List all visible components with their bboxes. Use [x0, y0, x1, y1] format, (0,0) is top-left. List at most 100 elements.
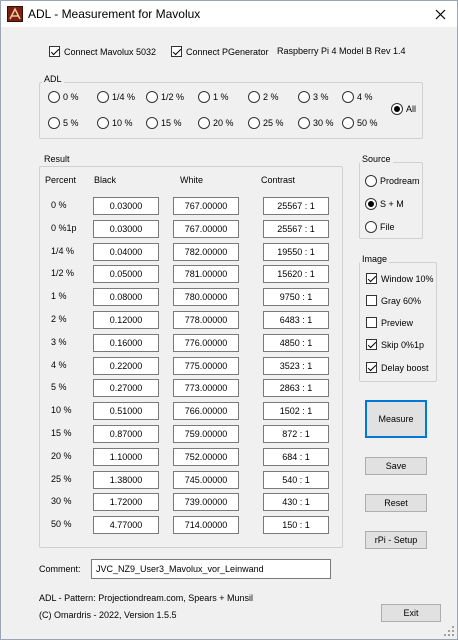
image-skip-checkbox[interactable]: Skip 0%1p — [366, 339, 424, 350]
row-contrast-field[interactable]: 150 : 1 — [263, 516, 329, 534]
row-percent: 3 % — [51, 337, 67, 347]
reset-button[interactable]: Reset — [365, 494, 427, 512]
row-contrast-field[interactable]: 25567 : 1 — [263, 197, 329, 215]
resize-grip-icon[interactable] — [443, 625, 455, 637]
image-window-checkbox[interactable]: Window 10% — [366, 273, 434, 284]
connect-pgenerator-checkbox[interactable]: Connect PGenerator — [171, 46, 269, 57]
image-group-title: Image — [360, 254, 390, 264]
row-contrast-field[interactable]: 3523 : 1 — [263, 357, 329, 375]
row-contrast-field[interactable]: 872 : 1 — [263, 425, 329, 443]
title-bar[interactable]: ADL - Measurement for Mavolux — [1, 1, 457, 27]
adl-radio-2[interactable]: 2 % — [248, 91, 279, 103]
row-white-field[interactable]: 782.00000 — [173, 243, 239, 261]
row-black-field[interactable]: 0.12000 — [93, 311, 159, 329]
row-contrast-field[interactable]: 4850 : 1 — [263, 334, 329, 352]
image-delay-boost-checkbox[interactable]: Delay boost — [366, 362, 429, 373]
row-white-field[interactable]: 766.00000 — [173, 402, 239, 420]
row-white-field[interactable]: 776.00000 — [173, 334, 239, 352]
row-white-field[interactable]: 739.00000 — [173, 493, 239, 511]
row-black-field[interactable]: 1.10000 — [93, 448, 159, 466]
row-black-field[interactable]: 0.08000 — [93, 288, 159, 306]
row-white-field[interactable]: 780.00000 — [173, 288, 239, 306]
row-contrast-field[interactable]: 2863 : 1 — [263, 379, 329, 397]
adl-radio-3[interactable]: 3 % — [298, 91, 329, 103]
adl-radio-4[interactable]: 4 % — [342, 91, 373, 103]
row-contrast-field[interactable]: 430 : 1 — [263, 493, 329, 511]
row-white-field[interactable]: 775.00000 — [173, 357, 239, 375]
row-white-field[interactable]: 714.00000 — [173, 516, 239, 534]
row-percent: 25 % — [51, 474, 72, 484]
measure-button[interactable]: Measure — [365, 400, 427, 438]
row-contrast-field[interactable]: 1502 : 1 — [263, 402, 329, 420]
row-contrast-field[interactable]: 15620 : 1 — [263, 265, 329, 283]
adl-radio-15[interactable]: 15 % — [146, 117, 182, 129]
row-contrast-field[interactable]: 6483 : 1 — [263, 311, 329, 329]
rpi-setup-button[interactable]: rPi - Setup — [365, 531, 427, 549]
row-contrast-field[interactable]: 684 : 1 — [263, 448, 329, 466]
row-contrast-field[interactable]: 9750 : 1 — [263, 288, 329, 306]
row-black-field[interactable]: 0.04000 — [93, 243, 159, 261]
row-white-field[interactable]: 781.00000 — [173, 265, 239, 283]
row-white-field[interactable]: 773.00000 — [173, 379, 239, 397]
close-icon — [435, 9, 445, 19]
row-black-field[interactable]: 0.22000 — [93, 357, 159, 375]
row-black-field[interactable]: 1.72000 — [93, 493, 159, 511]
row-percent: 0 % — [51, 200, 67, 210]
exit-button[interactable]: Exit — [381, 604, 441, 622]
row-black-field[interactable]: 0.05000 — [93, 265, 159, 283]
row-white-field[interactable]: 767.00000 — [173, 220, 239, 238]
row-black-field[interactable]: 1.38000 — [93, 471, 159, 489]
source-radio-prodream[interactable]: Prodream — [365, 175, 420, 187]
adl-group-title: ADL — [42, 74, 64, 84]
footer-pattern-credit: ADL - Pattern: Projectiondream.com, Spea… — [39, 593, 254, 603]
adl-radio-1-2[interactable]: 1/2 % — [146, 91, 184, 103]
adl-radio-1[interactable]: 1 % — [198, 91, 229, 103]
row-contrast-field[interactable]: 540 : 1 — [263, 471, 329, 489]
row-white-field[interactable]: 767.00000 — [173, 197, 239, 215]
row-black-field[interactable]: 0.03000 — [93, 220, 159, 238]
row-white-field[interactable]: 778.00000 — [173, 311, 239, 329]
adl-radio-all[interactable]: All — [391, 103, 416, 115]
close-button[interactable] — [425, 3, 455, 25]
connect-mavolux-checkbox[interactable]: Connect Mavolux 5032 — [49, 46, 156, 57]
header-white: White — [180, 175, 204, 185]
row-contrast-field[interactable]: 19550 : 1 — [263, 243, 329, 261]
source-group-title: Source — [360, 154, 393, 164]
source-radio-file[interactable]: File — [365, 221, 395, 233]
row-contrast-field[interactable]: 25567 : 1 — [263, 220, 329, 238]
comment-label: Comment: — [39, 564, 81, 574]
row-white-field[interactable]: 759.00000 — [173, 425, 239, 443]
adl-radio-0[interactable]: 0 % — [48, 91, 79, 103]
adl-radio-30[interactable]: 30 % — [298, 117, 334, 129]
header-contrast: Contrast — [261, 175, 296, 185]
adl-radio-50[interactable]: 50 % — [342, 117, 378, 129]
row-percent: 4 % — [51, 360, 67, 370]
comment-input[interactable]: JVC_NZ9_User3_Mavolux_vor_Leinwand — [91, 559, 331, 579]
adl-radio-1-4[interactable]: 1/4 % — [97, 91, 135, 103]
row-black-field[interactable]: 0.03000 — [93, 197, 159, 215]
row-percent: 10 % — [51, 405, 72, 415]
adl-radio-5[interactable]: 5 % — [48, 117, 79, 129]
header-black: Black — [94, 175, 117, 185]
save-button[interactable]: Save — [365, 457, 427, 475]
main-window: ADL - Measurement for Mavolux Connect Ma… — [0, 0, 458, 640]
adl-radio-25[interactable]: 25 % — [248, 117, 284, 129]
source-radio-s-m[interactable]: S + M — [365, 198, 404, 210]
result-group-title: Result — [42, 154, 72, 164]
image-gray-checkbox[interactable]: Gray 60% — [366, 295, 421, 306]
row-white-field[interactable]: 745.00000 — [173, 471, 239, 489]
row-black-field[interactable]: 0.16000 — [93, 334, 159, 352]
row-white-field[interactable]: 752.00000 — [173, 448, 239, 466]
device-info: Raspberry Pi 4 Model B Rev 1.4 — [277, 46, 406, 56]
adl-radio-10[interactable]: 10 % — [97, 117, 133, 129]
row-black-field[interactable]: 0.27000 — [93, 379, 159, 397]
row-percent: 2 % — [51, 314, 67, 324]
window-title: ADL - Measurement for Mavolux — [28, 7, 201, 21]
row-black-field[interactable]: 0.51000 — [93, 402, 159, 420]
row-black-field[interactable]: 0.87000 — [93, 425, 159, 443]
row-percent: 0 %1p — [51, 223, 77, 233]
adl-radio-20[interactable]: 20 % — [198, 117, 234, 129]
row-percent: 1/2 % — [51, 268, 75, 278]
image-preview-checkbox[interactable]: Preview — [366, 317, 413, 328]
row-black-field[interactable]: 4.77000 — [93, 516, 159, 534]
